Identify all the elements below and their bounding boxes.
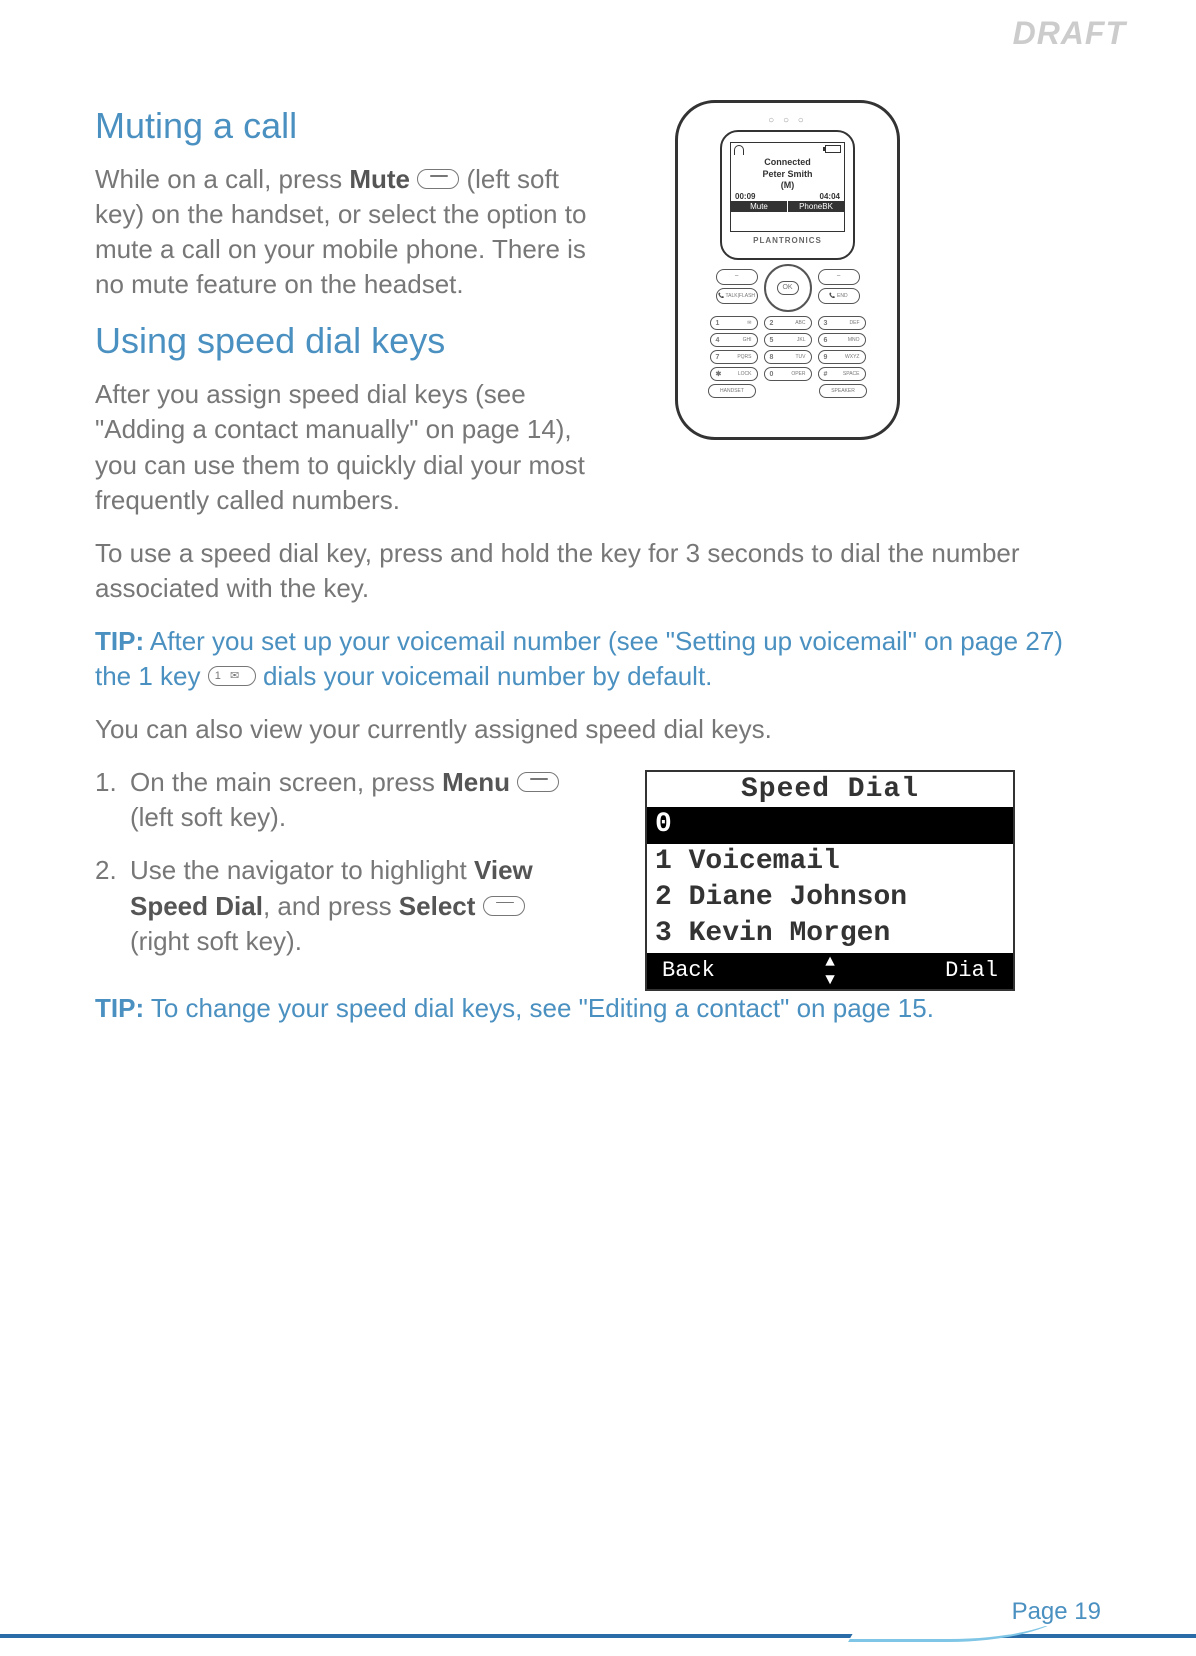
phone-key-0: 0OPER [764, 367, 812, 381]
softkey-icon [417, 169, 459, 189]
tip-voicemail: TIP: After you set up your voicemail num… [95, 624, 1101, 694]
phone-key-8: 8TUV [764, 350, 812, 364]
tip-edit-contact: TIP: To change your speed dial keys, see… [95, 991, 1101, 1026]
speed-dial-heading: Using speed dial keys [95, 320, 615, 362]
muting-body: While on a call, press Mute (left soft k… [95, 162, 615, 302]
draft-watermark: DRAFT [1013, 15, 1126, 52]
footer-swoosh [0, 1634, 1196, 1638]
speed-dial-entry-3: 3 Kevin Morgen [647, 916, 1013, 952]
phone-brand: PLANTRONICS [730, 232, 845, 245]
phone-screen-line2: Peter Smith [731, 169, 844, 181]
phone-ok-button: OK [777, 281, 799, 295]
phone-illustration: ○ ○ ○ Connected Peter Smith (M) 00:09 04… [675, 100, 900, 440]
text-fragment: (left soft key). [130, 802, 286, 832]
text-fragment: On the main screen, press [130, 767, 442, 797]
speed-dial-screenshot: Speed Dial 0 1 Voicemail 2 Diane Johnson… [645, 770, 1015, 991]
menu-label: Menu [442, 767, 510, 797]
phone-end-key: 📞 END [818, 288, 860, 304]
phone-dpad: OK [764, 264, 812, 312]
speed-p2: To use a speed dial key, press and hold … [95, 536, 1101, 606]
phone-left-soft-upper: − [716, 269, 758, 285]
phone-softkey-mute: Mute [731, 201, 788, 212]
select-label: Select [399, 891, 476, 921]
phone-key-7: 7PQRS [710, 350, 758, 364]
speed-dial-title: Speed Dial [647, 772, 1013, 807]
key-1-icon: 1 ✉ [208, 666, 256, 686]
text-fragment: While on a call, press [95, 164, 349, 194]
speed-dial-entry-0: 0 [647, 807, 1013, 843]
phone-status-bar [731, 143, 844, 157]
text-fragment: Use the navigator to highlight [130, 855, 474, 885]
speed-dial-softkeys: Back ▲▼ Dial [647, 953, 1013, 989]
page-number: Page 19 [992, 1598, 1101, 1626]
phone-softkey-bar: Mute PhoneBK [731, 201, 844, 212]
steps-section: On the main screen, press Menu (left sof… [95, 765, 1101, 991]
step-2: Use the navigator to highlight View Spee… [95, 853, 615, 958]
text-fragment: , and press [263, 891, 399, 921]
phone-screen-frame: Connected Peter Smith (M) 00:09 04:04 Mu… [720, 130, 855, 260]
speaker-button: SPEAKER [819, 384, 867, 398]
headset-icon [734, 145, 744, 155]
phone-nav-row: − 📞 TALK|FLASH OK − 📞 END [678, 264, 897, 312]
phone-speaker-dots: ○ ○ ○ [678, 103, 897, 126]
phone-screen: Connected Peter Smith (M) 00:09 04:04 Mu… [730, 142, 845, 232]
softkey-icon [517, 772, 559, 792]
phone-left-softkeys: − 📞 TALK|FLASH [716, 269, 758, 307]
call-time-right: 04:04 [820, 192, 840, 201]
phone-bottom-row: HANDSET SPEAKER [678, 384, 897, 398]
nav-arrows-icon: ▲▼ [825, 953, 835, 989]
phone-right-soft-upper: − [818, 269, 860, 285]
phone-softkey-phonebk: PhoneBK [788, 201, 844, 212]
muting-section: Muting a call While on a call, press Mut… [95, 95, 1101, 536]
tip-label: TIP: [95, 626, 144, 656]
phone-key-9: 9WXYZ [818, 350, 866, 364]
speed-dial-entry-1: 1 Voicemail [647, 844, 1013, 880]
speed-p1: After you assign speed dial keys (see "A… [95, 377, 615, 517]
steps-list: On the main screen, press Menu (left sof… [95, 765, 615, 976]
phone-key-6: 6MNO [818, 333, 866, 347]
speed-dial-entry-2: 2 Diane Johnson [647, 880, 1013, 916]
phone-key-hash: #SPACE [818, 367, 866, 381]
dial-softkey: Dial [945, 958, 998, 983]
phone-screen-line1: Connected [731, 157, 844, 169]
battery-icon [825, 145, 841, 153]
step-1: On the main screen, press Menu (left sof… [95, 765, 615, 835]
call-time-left: 00:09 [735, 192, 755, 201]
text-fragment: To change your speed dial keys, see "Edi… [144, 993, 934, 1023]
handset-button: HANDSET [708, 384, 756, 398]
phone-key-5: 5JKL [764, 333, 812, 347]
text-fragment: (right soft key). [130, 926, 302, 956]
speed-p3: You can also view your currently assigne… [95, 712, 1101, 747]
page-content: Muting a call While on a call, press Mut… [0, 0, 1196, 1026]
softkey-icon [483, 896, 525, 916]
phone-key-1: 1✉ [710, 316, 758, 330]
phone-screen-line3: (M) [731, 180, 844, 192]
page-footer: Page 19 [0, 1606, 1196, 1656]
muting-heading: Muting a call [95, 105, 615, 147]
phone-keypad: 1✉ 2ABC 3DEF 4GHI 5JKL 6MNO 7PQRS 8TUV 9… [678, 316, 897, 381]
phone-screen-times: 00:09 04:04 [731, 192, 844, 201]
text-fragment: dials your voicemail number by default. [256, 661, 713, 691]
phone-right-softkeys: − 📞 END [818, 269, 860, 307]
back-softkey: Back [662, 958, 715, 983]
phone-key-star: ✱LOCK [710, 367, 758, 381]
phone-key-3: 3DEF [818, 316, 866, 330]
phone-key-4: 4GHI [710, 333, 758, 347]
mute-label: Mute [349, 164, 410, 194]
phone-talk-flash-key: 📞 TALK|FLASH [716, 288, 758, 304]
tip-label: TIP: [95, 993, 144, 1023]
muting-text-column: Muting a call While on a call, press Mut… [95, 95, 615, 536]
phone-key-2: 2ABC [764, 316, 812, 330]
